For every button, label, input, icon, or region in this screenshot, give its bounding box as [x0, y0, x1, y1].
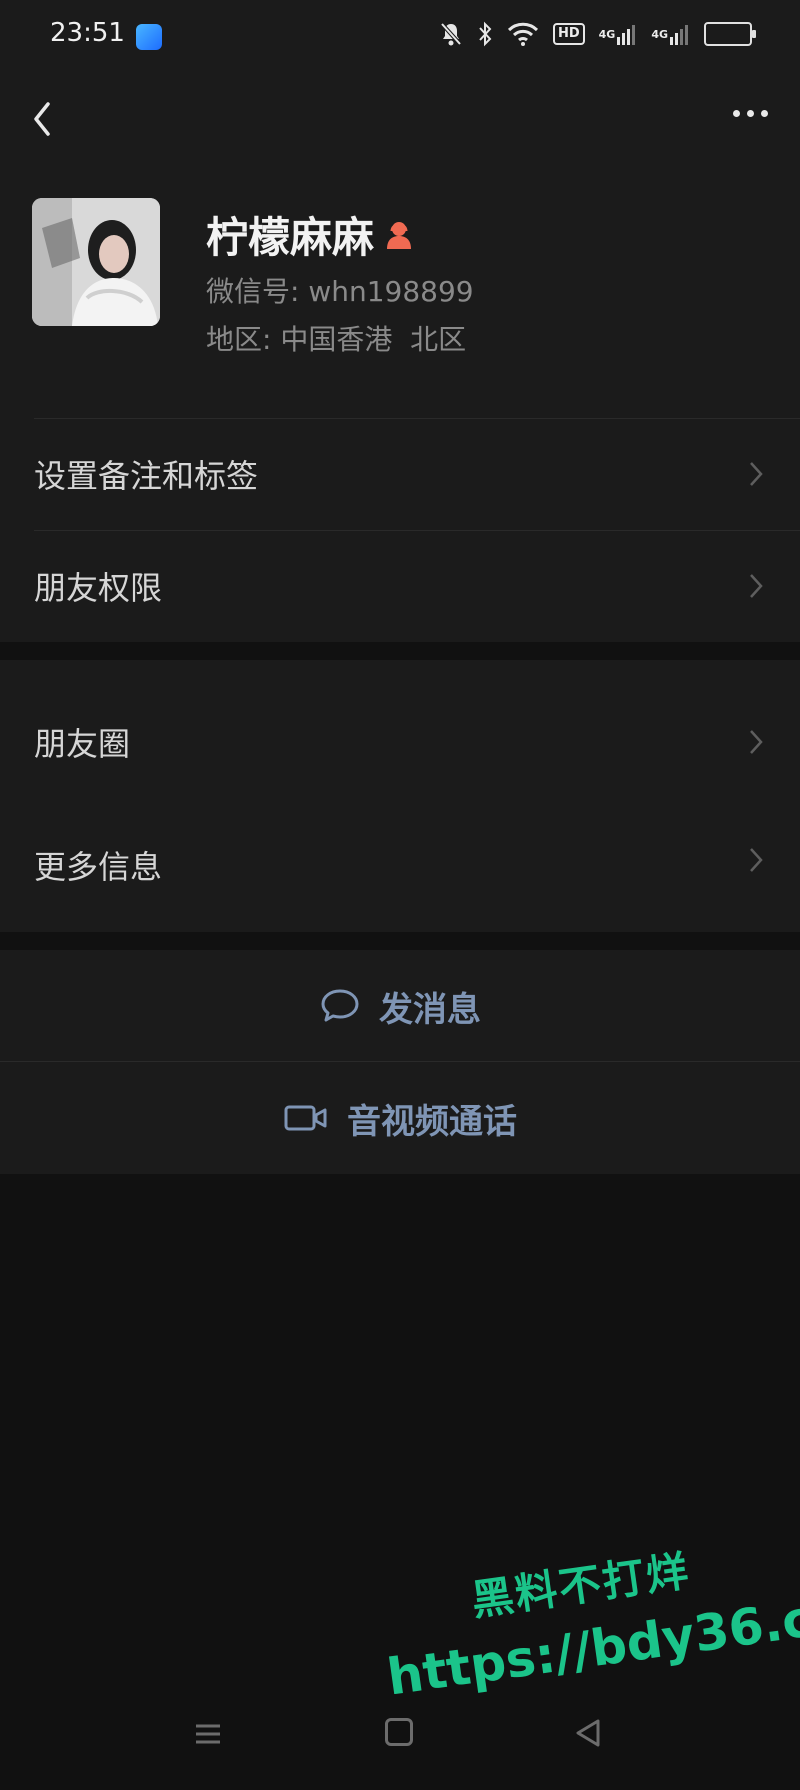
remark-tags-item[interactable]: 设置备注和标签	[0, 418, 800, 530]
battery-icon	[704, 20, 756, 48]
send-message-label: 发消息	[379, 989, 481, 1030]
contact-name: 柠檬麻麻	[206, 213, 375, 262]
home-icon[interactable]	[385, 1718, 413, 1746]
remark-tags-label: 设置备注和标签	[34, 457, 259, 495]
region: 地区: 中国香港 北区	[206, 323, 467, 356]
menu-group-2: 朋友圈 更多信息	[0, 660, 800, 932]
name-row: 柠檬麻麻	[206, 204, 414, 265]
moments-item[interactable]: 朋友圈	[0, 660, 800, 824]
back-arrow-icon[interactable]	[26, 96, 60, 142]
recent-apps-icon[interactable]	[194, 1720, 222, 1748]
menu-group-1: 设置备注和标签 朋友权限	[0, 418, 800, 642]
chat-bubble-icon	[321, 989, 359, 1022]
profile-header: 柠檬麻麻 微信号: whn198899 地区: 中国香港 北区	[0, 162, 800, 418]
more-info-item[interactable]: 更多信息	[0, 824, 800, 932]
female-user-icon	[387, 221, 412, 249]
more-options-icon[interactable]	[733, 110, 768, 117]
status-bar: 23:51 HD 4G 4G	[0, 0, 800, 72]
system-nav-bar	[0, 1694, 800, 1790]
wechat-id: 微信号: whn198899	[206, 275, 474, 308]
top-bar	[0, 72, 800, 162]
nav-back-icon[interactable]	[574, 1718, 602, 1748]
watermark: 黑料不打烊 https://bdy36.co	[380, 1522, 800, 1707]
moments-label: 朋友圈	[34, 725, 131, 763]
friend-permissions-label: 朋友权限	[34, 569, 163, 607]
send-message-button[interactable]: 发消息	[0, 950, 800, 1062]
chevron-right-icon	[750, 574, 763, 598]
bell-muted-icon	[439, 20, 463, 48]
status-icons: HD 4G 4G	[439, 20, 756, 48]
chevron-right-icon	[750, 462, 763, 486]
signal-4g-icon: 4G	[599, 20, 638, 48]
video-camera-icon	[284, 1105, 327, 1131]
avatar-photo	[32, 198, 160, 326]
avatar[interactable]	[32, 198, 160, 326]
status-time: 23:51	[50, 18, 125, 48]
hd-icon: HD	[552, 20, 585, 48]
chevron-right-icon	[750, 730, 763, 754]
more-info-label: 更多信息	[34, 848, 163, 886]
chevron-right-icon	[750, 848, 763, 872]
signal-4g-icon: 4G	[651, 20, 690, 48]
friend-permissions-item[interactable]: 朋友权限	[0, 530, 800, 642]
app-notification-icon	[136, 24, 162, 50]
video-call-button[interactable]: 音视频通话	[0, 1062, 800, 1174]
video-call-label: 音视频通话	[347, 1101, 517, 1142]
wifi-icon	[507, 20, 539, 48]
bluetooth-icon	[477, 20, 493, 48]
